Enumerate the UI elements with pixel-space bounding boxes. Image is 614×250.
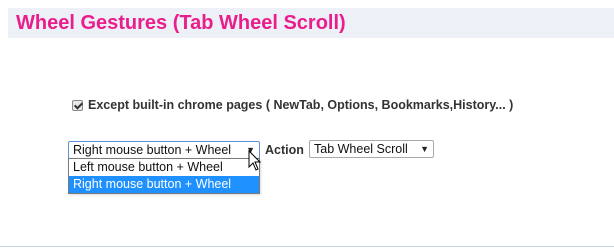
- except-builtin-checkbox[interactable]: [72, 99, 83, 111]
- dropdown-option-right[interactable]: Right mouse button + Wheel: [69, 176, 259, 193]
- mouse-cursor-icon: [248, 150, 262, 171]
- except-builtin-label: Except built-in chrome pages ( NewTab, O…: [88, 98, 514, 112]
- dropdown-option-left[interactable]: Left mouse button + Wheel: [69, 159, 259, 176]
- action-select[interactable]: Tab Wheel Scroll ▼: [309, 140, 434, 158]
- page-header: Wheel Gestures (Tab Wheel Scroll): [8, 8, 614, 38]
- page-title: Wheel Gestures (Tab Wheel Scroll): [16, 12, 346, 34]
- gesture-select-value: Right mouse button + Wheel: [73, 143, 232, 157]
- triangle-down-icon: ▼: [420, 144, 429, 154]
- gesture-select[interactable]: Right mouse button + Wheel ▼: [68, 141, 260, 159]
- divider: [0, 246, 614, 247]
- except-builtin-option[interactable]: Except built-in chrome pages ( NewTab, O…: [72, 97, 513, 113]
- action-label: Action: [265, 143, 304, 157]
- action-select-value: Tab Wheel Scroll: [314, 142, 408, 156]
- gesture-dropdown-list: Left mouse button + Wheel Right mouse bu…: [68, 158, 260, 194]
